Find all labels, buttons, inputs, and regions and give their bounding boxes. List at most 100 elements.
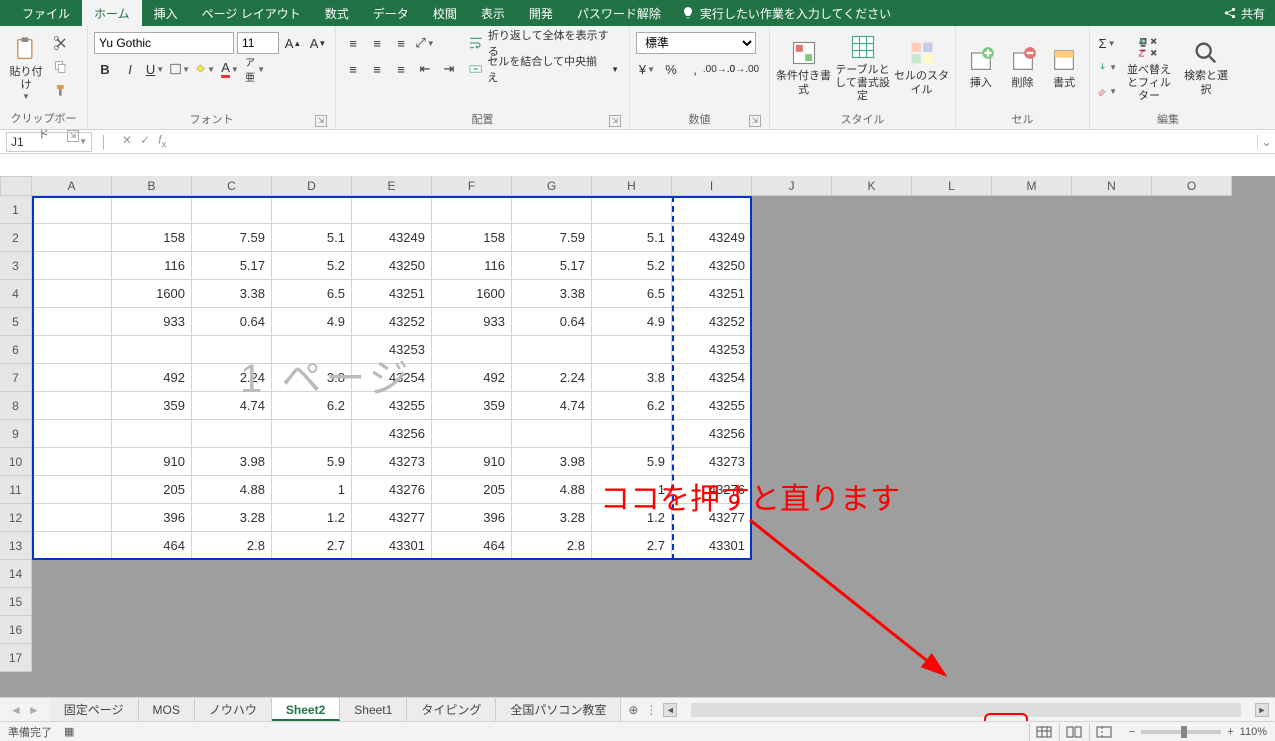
cell[interactable]: [112, 420, 192, 448]
cell[interactable]: [592, 420, 672, 448]
cell[interactable]: [272, 420, 352, 448]
hscroll-right-button[interactable]: ►: [1255, 703, 1269, 717]
cell[interactable]: [912, 616, 992, 644]
cell[interactable]: 464: [112, 532, 192, 560]
cell[interactable]: [192, 588, 272, 616]
cells-area[interactable]: 1587.595.1432491587.595.1432491165.175.2…: [32, 196, 1232, 672]
cell[interactable]: [1072, 588, 1152, 616]
cell[interactable]: [1152, 532, 1232, 560]
cell[interactable]: [1152, 280, 1232, 308]
cell[interactable]: [752, 644, 832, 672]
cell[interactable]: [752, 224, 832, 252]
cell[interactable]: [992, 364, 1072, 392]
cell[interactable]: [512, 196, 592, 224]
cell[interactable]: [352, 196, 432, 224]
cell[interactable]: [912, 392, 992, 420]
cell[interactable]: [672, 644, 752, 672]
cell[interactable]: [1152, 644, 1232, 672]
cell[interactable]: [832, 560, 912, 588]
cell[interactable]: [432, 616, 512, 644]
tell-me[interactable]: 実行したい作業を入力してください: [681, 5, 891, 22]
col-header-D[interactable]: D: [272, 176, 352, 196]
row-header-9[interactable]: 9: [0, 420, 32, 448]
cell[interactable]: [672, 616, 752, 644]
cell[interactable]: 2.24: [192, 364, 272, 392]
cell[interactable]: 6.5: [272, 280, 352, 308]
col-header-G[interactable]: G: [512, 176, 592, 196]
cell[interactable]: [192, 336, 272, 364]
cell[interactable]: 7.59: [512, 224, 592, 252]
cell[interactable]: [432, 196, 512, 224]
row-header-4[interactable]: 4: [0, 280, 32, 308]
cell[interactable]: [992, 588, 1072, 616]
tab-formulas[interactable]: 数式: [313, 0, 361, 27]
tab-insert[interactable]: 挿入: [142, 0, 190, 27]
cell[interactable]: 4.88: [192, 476, 272, 504]
italic-button[interactable]: I: [119, 58, 141, 80]
tab-view[interactable]: 表示: [469, 0, 517, 27]
cell[interactable]: 5.2: [592, 252, 672, 280]
tab-file[interactable]: ファイル: [10, 0, 82, 27]
cell[interactable]: 43250: [352, 252, 432, 280]
cell[interactable]: 43277: [352, 504, 432, 532]
merge-center-button[interactable]: セルを結合して中央揃え▼: [464, 58, 623, 80]
cell[interactable]: [32, 392, 112, 420]
cell[interactable]: [752, 532, 832, 560]
cell[interactable]: [1152, 420, 1232, 448]
cell[interactable]: [1072, 644, 1152, 672]
cell[interactable]: [1072, 280, 1152, 308]
cell[interactable]: [912, 504, 992, 532]
cell[interactable]: [1072, 476, 1152, 504]
cell[interactable]: 158: [432, 224, 512, 252]
cell[interactable]: 1: [272, 476, 352, 504]
cell[interactable]: 158: [112, 224, 192, 252]
cell[interactable]: [32, 420, 112, 448]
cell[interactable]: 492: [112, 364, 192, 392]
cell[interactable]: [992, 392, 1072, 420]
cell[interactable]: [272, 616, 352, 644]
cell[interactable]: [592, 336, 672, 364]
col-header-B[interactable]: B: [112, 176, 192, 196]
decrease-decimal-button[interactable]: .0→.00: [732, 58, 754, 80]
paste-button[interactable]: 貼り付け ▼: [6, 28, 46, 108]
find-select-button[interactable]: 検索と選択: [1182, 28, 1230, 108]
cell[interactable]: [912, 420, 992, 448]
cell[interactable]: 5.1: [592, 224, 672, 252]
cell[interactable]: [192, 560, 272, 588]
cell[interactable]: [192, 420, 272, 448]
cell[interactable]: 3.98: [192, 448, 272, 476]
cell[interactable]: [32, 308, 112, 336]
enter-formula-button[interactable]: ✓: [140, 133, 150, 150]
col-header-K[interactable]: K: [832, 176, 912, 196]
cell[interactable]: [32, 644, 112, 672]
cell[interactable]: 3.98: [512, 448, 592, 476]
cell[interactable]: [1072, 392, 1152, 420]
decrease-indent-button[interactable]: ⇤: [414, 58, 436, 80]
cell[interactable]: [1152, 616, 1232, 644]
cell[interactable]: [1072, 308, 1152, 336]
cell[interactable]: 2.8: [512, 532, 592, 560]
cell[interactable]: 3.28: [192, 504, 272, 532]
cell[interactable]: [1152, 336, 1232, 364]
cell[interactable]: [1072, 560, 1152, 588]
cell[interactable]: [352, 616, 432, 644]
cell[interactable]: [272, 196, 352, 224]
cell[interactable]: [912, 476, 992, 504]
cell[interactable]: [752, 448, 832, 476]
cell[interactable]: [1072, 224, 1152, 252]
cell[interactable]: [912, 336, 992, 364]
cell[interactable]: [912, 252, 992, 280]
cell[interactable]: 1600: [432, 280, 512, 308]
cell[interactable]: 4.9: [592, 308, 672, 336]
cell[interactable]: [832, 504, 912, 532]
orientation-button[interactable]: ⤢▼: [414, 32, 436, 54]
align-middle-button[interactable]: ≡: [366, 32, 388, 54]
cell[interactable]: 43254: [672, 364, 752, 392]
row-header-14[interactable]: 14: [0, 560, 32, 588]
cell[interactable]: [752, 252, 832, 280]
cell[interactable]: [832, 336, 912, 364]
cell[interactable]: 5.17: [512, 252, 592, 280]
cell[interactable]: 43256: [352, 420, 432, 448]
cell[interactable]: 4.74: [192, 392, 272, 420]
cell[interactable]: [272, 644, 352, 672]
